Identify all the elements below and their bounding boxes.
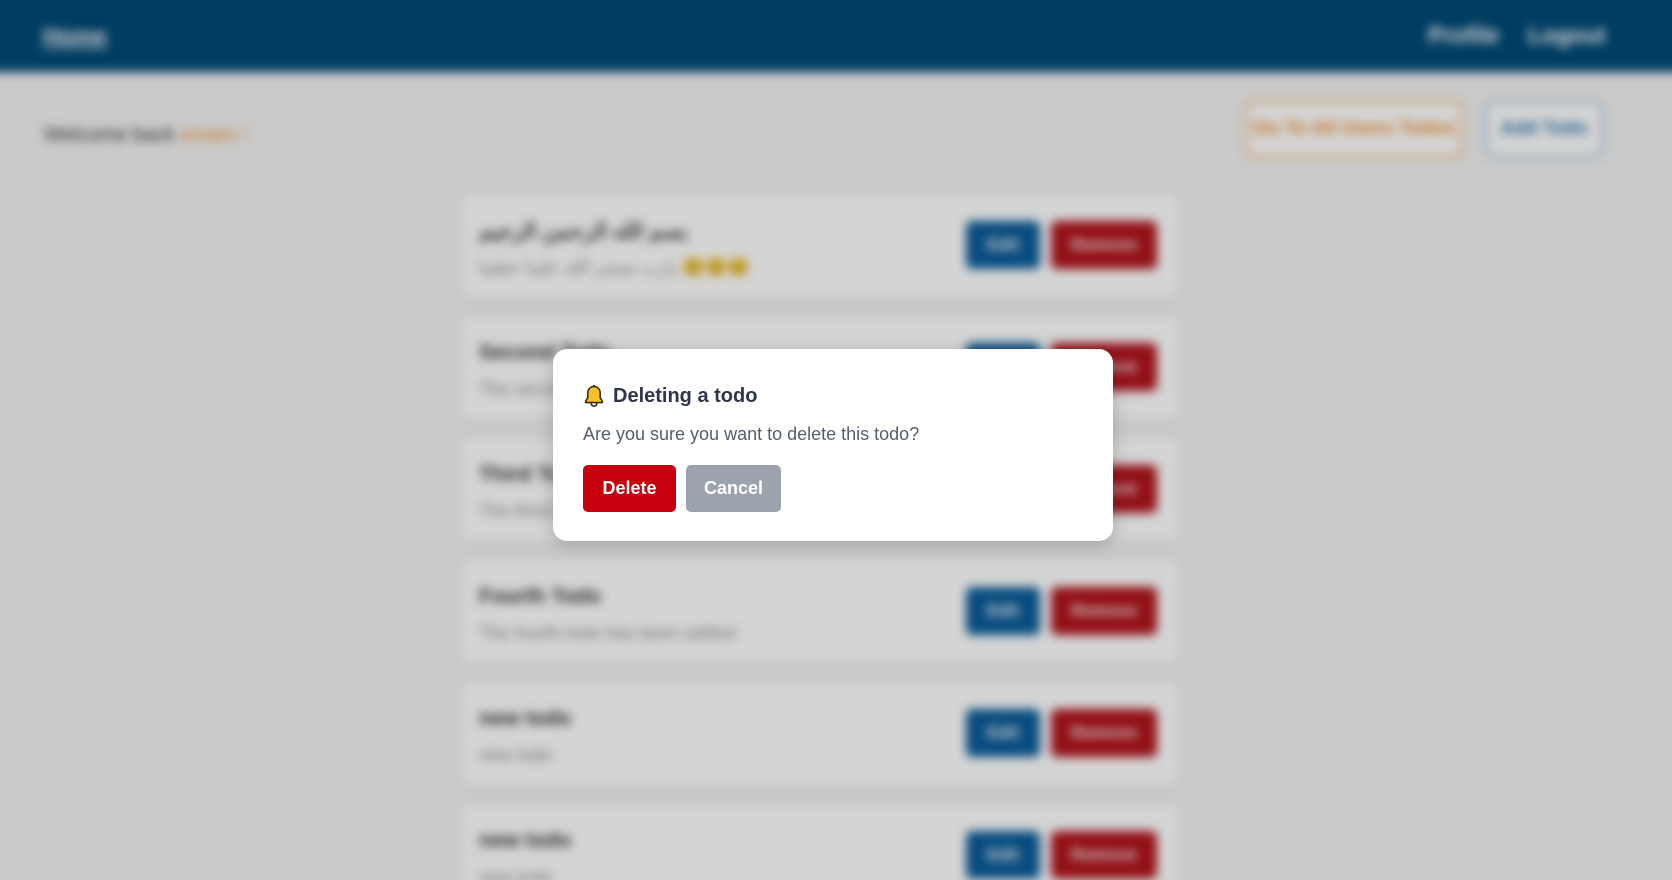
cancel-button[interactable]: Cancel [686, 465, 781, 512]
dialog-message: Are you sure you want to delete this tod… [583, 424, 920, 444]
app-page: Home Profile Logout Welcome back emam ! … [0, 0, 1672, 880]
delete-button[interactable]: Delete [583, 465, 676, 512]
dialog-title: Deleting a todo [583, 384, 757, 408]
dialog-title-text: Deleting a todo [613, 384, 758, 407]
bell-icon [583, 384, 605, 408]
delete-confirm-dialog: Deleting a todo Are you sure you want to… [553, 349, 1113, 541]
